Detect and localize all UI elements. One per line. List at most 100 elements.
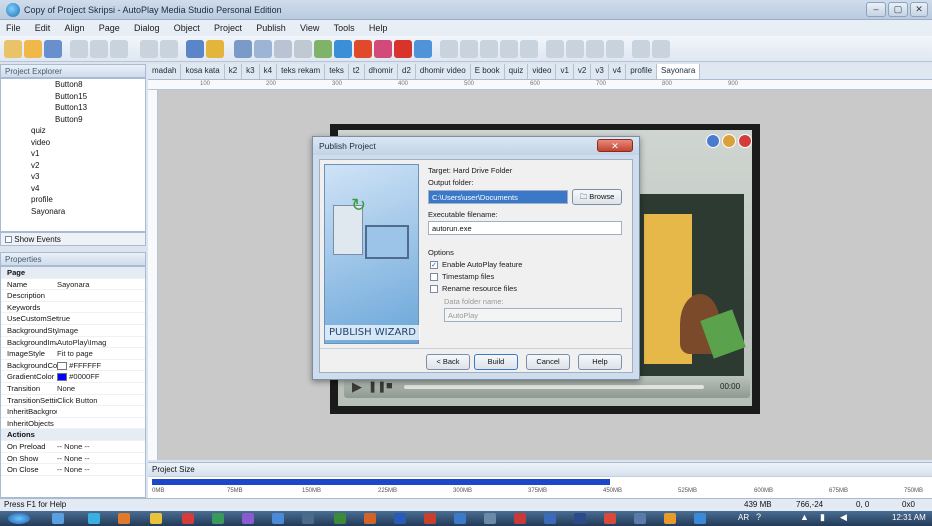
access-taskbar-icon[interactable] bbox=[424, 513, 436, 524]
section-actions[interactable]: Actions bbox=[1, 429, 145, 441]
prop-row[interactable]: Keywords bbox=[1, 302, 145, 314]
tab-v2[interactable]: v2 bbox=[574, 64, 592, 79]
show-events-toggle[interactable]: Show Events bbox=[0, 232, 146, 246]
cancel-button[interactable]: Cancel bbox=[526, 354, 570, 370]
app11-taskbar-icon[interactable] bbox=[694, 513, 706, 524]
paragraph-object-icon[interactable] bbox=[274, 40, 292, 58]
exe-filename-input[interactable]: autorun.exe bbox=[428, 221, 622, 235]
tab-teks[interactable]: teks bbox=[325, 64, 349, 79]
image-object-icon[interactable] bbox=[294, 40, 312, 58]
prop-row-bgcolor[interactable]: BackgroundCol #FFFFFF bbox=[1, 360, 145, 372]
tree-item-button15[interactable]: Button15 bbox=[1, 91, 145, 103]
web-object-icon[interactable] bbox=[414, 40, 432, 58]
app10-taskbar-icon[interactable] bbox=[664, 513, 676, 524]
app4-taskbar-icon[interactable] bbox=[302, 513, 314, 524]
tree-item-sayonara[interactable]: Sayonara bbox=[1, 206, 145, 218]
button-object-icon[interactable] bbox=[234, 40, 252, 58]
new-project-icon[interactable] bbox=[4, 40, 22, 58]
tree-item-video[interactable]: video bbox=[1, 137, 145, 149]
app-taskbar-icon[interactable] bbox=[212, 513, 224, 524]
menu-tools[interactable]: Tools bbox=[328, 20, 361, 33]
tab-v1[interactable]: v1 bbox=[556, 64, 574, 79]
tab-kosa-kata[interactable]: kosa kata bbox=[181, 64, 225, 79]
menu-dialog[interactable]: Dialog bbox=[128, 20, 166, 33]
timestamp-checkbox[interactable] bbox=[430, 273, 438, 281]
app8-taskbar-icon[interactable] bbox=[604, 513, 616, 524]
section-page[interactable]: Page bbox=[1, 267, 145, 279]
pause-icon[interactable]: ❚❚ bbox=[368, 380, 386, 393]
autoplay-checkbox[interactable]: ✓ bbox=[430, 261, 438, 269]
tree-item-button13[interactable]: Button13 bbox=[1, 102, 145, 114]
tree-item-profile[interactable]: profile bbox=[1, 194, 145, 206]
cut-icon[interactable] bbox=[70, 40, 88, 58]
back-button[interactable]: < Back bbox=[426, 354, 470, 370]
menu-view[interactable]: View bbox=[294, 20, 325, 33]
show-events-checkbox[interactable] bbox=[5, 236, 12, 244]
menu-help[interactable]: Help bbox=[363, 20, 394, 33]
open-icon[interactable] bbox=[24, 40, 42, 58]
combobox-object-icon[interactable] bbox=[500, 40, 518, 58]
help-button[interactable]: Help bbox=[578, 354, 622, 370]
prop-row-gradient[interactable]: GradientColor #0000FF bbox=[1, 371, 145, 383]
tab-teks-rekam[interactable]: teks rekam bbox=[277, 64, 326, 79]
slideshow-object-icon[interactable] bbox=[374, 40, 392, 58]
tray-arrow-icon[interactable]: ▲ bbox=[800, 512, 809, 522]
stop-icon[interactable]: ■ bbox=[386, 380, 393, 392]
ie-taskbar-icon[interactable] bbox=[88, 513, 100, 524]
media-taskbar-icon[interactable] bbox=[150, 513, 162, 524]
prop-row[interactable]: InheritBackgrou bbox=[1, 406, 145, 418]
menu-file[interactable]: File bbox=[0, 20, 27, 33]
menu-align[interactable]: Align bbox=[59, 20, 91, 33]
prop-row[interactable]: ImageStyle Fit to page bbox=[1, 348, 145, 360]
close-button[interactable]: ✕ bbox=[910, 2, 928, 17]
autoplay-taskbar-icon[interactable] bbox=[454, 513, 466, 524]
menu-page[interactable]: Page bbox=[93, 20, 126, 33]
save-icon[interactable] bbox=[44, 40, 62, 58]
prop-row[interactable]: Name Sayonara bbox=[1, 279, 145, 291]
tab-v4[interactable]: v4 bbox=[609, 64, 627, 79]
action-row[interactable]: On Close -- None -- bbox=[1, 464, 145, 476]
tree-item-v1[interactable]: v1 bbox=[1, 148, 145, 160]
action-row[interactable]: On Preload -- None -- bbox=[1, 441, 145, 453]
flash-object-icon[interactable] bbox=[314, 40, 332, 58]
tree-item-quiz[interactable]: quiz bbox=[1, 125, 145, 137]
grid-object-icon[interactable] bbox=[566, 40, 584, 58]
tab-video[interactable]: video bbox=[528, 64, 557, 79]
prop-row[interactable]: TransitionSettin Click Button bbox=[1, 395, 145, 407]
chrome-taskbar-icon[interactable] bbox=[182, 513, 194, 524]
app3-taskbar-icon[interactable] bbox=[272, 513, 284, 524]
data-folder-input[interactable]: AutoPlay bbox=[444, 308, 622, 322]
tree-item-v4[interactable]: v4 bbox=[1, 183, 145, 195]
tab-k2[interactable]: k2 bbox=[225, 64, 243, 79]
prop-row[interactable]: BackgroundIma AutoPlay\Imag bbox=[1, 337, 145, 349]
tab-k4[interactable]: k4 bbox=[260, 64, 278, 79]
tab-dhomir[interactable]: dhomir bbox=[365, 64, 398, 79]
prop-row[interactable]: Transition None bbox=[1, 383, 145, 395]
label-object-icon[interactable] bbox=[254, 40, 272, 58]
pdf-object-icon[interactable] bbox=[394, 40, 412, 58]
action-row[interactable]: On Show -- None -- bbox=[1, 453, 145, 465]
tab-e-book[interactable]: E book bbox=[471, 64, 505, 79]
word-taskbar-icon[interactable] bbox=[394, 513, 406, 524]
network-tray-icon[interactable]: ▮ bbox=[820, 512, 825, 523]
input-object-icon[interactable] bbox=[440, 40, 458, 58]
tab-madah[interactable]: madah bbox=[148, 64, 182, 79]
menu-object[interactable]: Object bbox=[168, 20, 206, 33]
menu-project[interactable]: Project bbox=[208, 20, 248, 33]
paste-icon[interactable] bbox=[110, 40, 128, 58]
tab-profile[interactable]: profile bbox=[626, 64, 658, 79]
help-tray-icon[interactable]: ? bbox=[756, 512, 761, 522]
menu-publish[interactable]: Publish bbox=[250, 20, 292, 33]
redo-icon[interactable] bbox=[160, 40, 178, 58]
tab-d2[interactable]: d2 bbox=[398, 64, 416, 79]
tab-k3[interactable]: k3 bbox=[242, 64, 260, 79]
publish-icon[interactable] bbox=[206, 40, 224, 58]
checkbox-object-icon[interactable] bbox=[460, 40, 478, 58]
play-icon[interactable]: ▶ bbox=[352, 379, 362, 395]
dialog-close-button[interactable]: ✕ bbox=[597, 139, 633, 152]
maximize-button[interactable]: ▢ bbox=[888, 2, 908, 17]
clock[interactable]: 12:31 AM bbox=[892, 513, 926, 522]
powerpoint-taskbar-icon[interactable] bbox=[364, 513, 376, 524]
start-button-icon[interactable] bbox=[8, 513, 30, 524]
preview-icon[interactable] bbox=[186, 40, 204, 58]
